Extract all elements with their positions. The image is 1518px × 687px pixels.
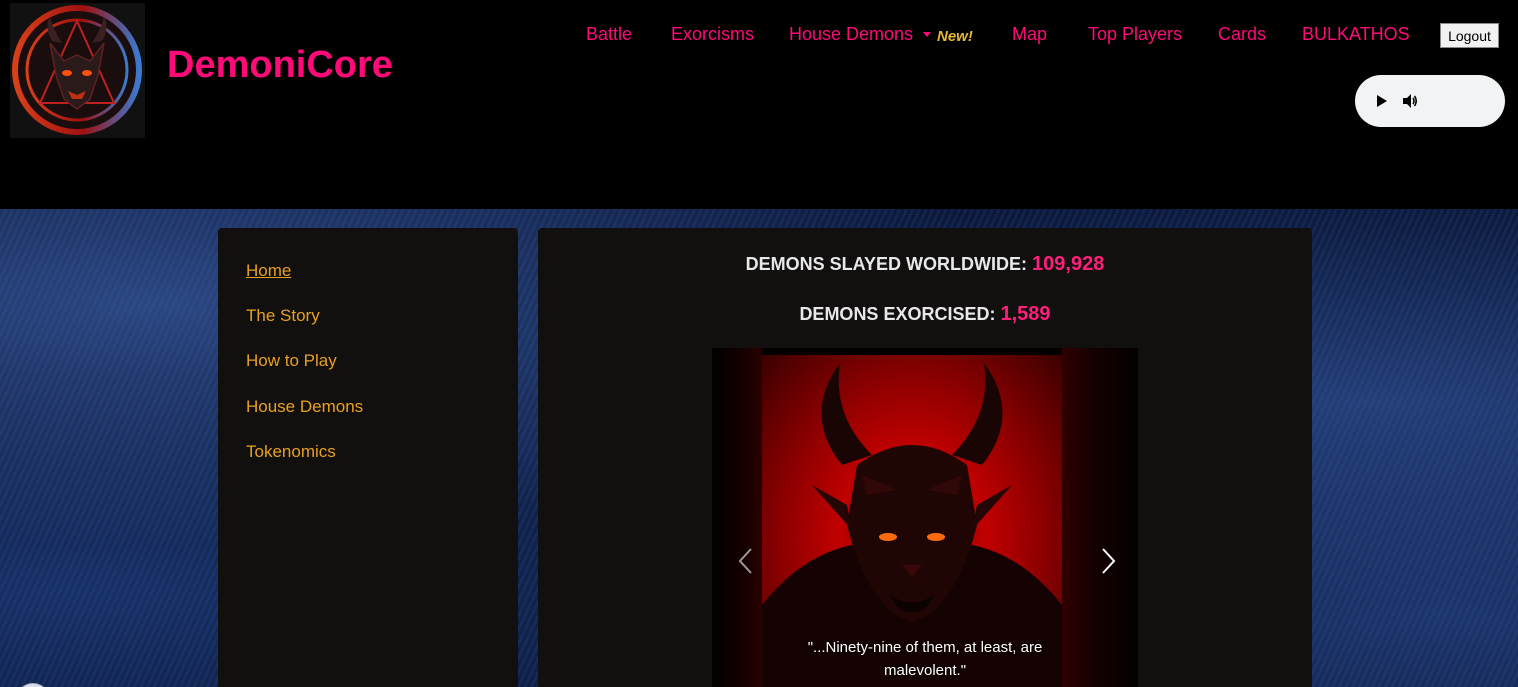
sidebar-item-how-to-play[interactable]: How to Play <box>246 351 337 371</box>
new-badge: New! <box>937 28 973 45</box>
sidebar-item-the-story[interactable]: The Story <box>246 306 320 326</box>
stat-slayed-label: DEMONS SLAYED WORLDWIDE: <box>745 254 1028 274</box>
play-icon[interactable] <box>1375 93 1389 109</box>
nav-top-players[interactable]: Top Players <box>1088 24 1182 45</box>
caption-line-2: malevolent." <box>883 662 967 679</box>
nav-bulkathos[interactable]: BULKATHOS <box>1302 24 1410 45</box>
caption-line-1: "...Ninety-nine of them, at least, are <box>807 639 1043 656</box>
volume-icon[interactable] <box>1401 92 1419 110</box>
audio-player <box>1355 75 1505 127</box>
site-header: DemoniCore Battle Exorcisms House Demons… <box>0 0 1518 209</box>
curtain-left <box>712 348 762 687</box>
nav-exorcisms[interactable]: Exorcisms <box>671 24 754 45</box>
sidebar-item-home[interactable]: Home <box>246 261 291 281</box>
nav-cards[interactable]: Cards <box>1218 24 1266 45</box>
logout-button[interactable]: Logout <box>1440 23 1499 48</box>
image-carousel[interactable]: "...Ninety-nine of them, at least, are m… <box>712 348 1138 687</box>
carousel-caption: "...Ninety-nine of them, at least, are m… <box>772 636 1078 682</box>
main-nav: Battle Exorcisms House Demons New! Map T… <box>0 24 1518 52</box>
sidebar: Home The Story How to Play House Demons … <box>218 228 518 687</box>
stat-slayed-value: 109,928 <box>1032 253 1105 275</box>
stat-slayed: DEMONS SLAYED WORLDWIDE: 109,928 <box>538 253 1312 276</box>
stat-exorcised-label: DEMONS EXORCISED: <box>799 304 996 324</box>
caret-down-icon[interactable] <box>923 32 931 37</box>
sidebar-item-house-demons[interactable]: House Demons <box>246 397 363 417</box>
nav-battle[interactable]: Battle <box>586 24 632 45</box>
stat-exorcised: DEMONS EXORCISED: 1,589 <box>538 303 1312 326</box>
nav-house-demons[interactable]: House Demons <box>789 24 913 45</box>
stat-exorcised-value: 1,589 <box>1000 303 1051 325</box>
nav-map[interactable]: Map <box>1012 24 1047 45</box>
chevron-left-icon[interactable] <box>736 546 756 576</box>
chevron-right-icon[interactable] <box>1098 546 1118 576</box>
sidebar-item-tokenomics[interactable]: Tokenomics <box>246 442 336 462</box>
main-panel: DEMONS SLAYED WORLDWIDE: 109,928 DEMONS … <box>538 228 1312 687</box>
